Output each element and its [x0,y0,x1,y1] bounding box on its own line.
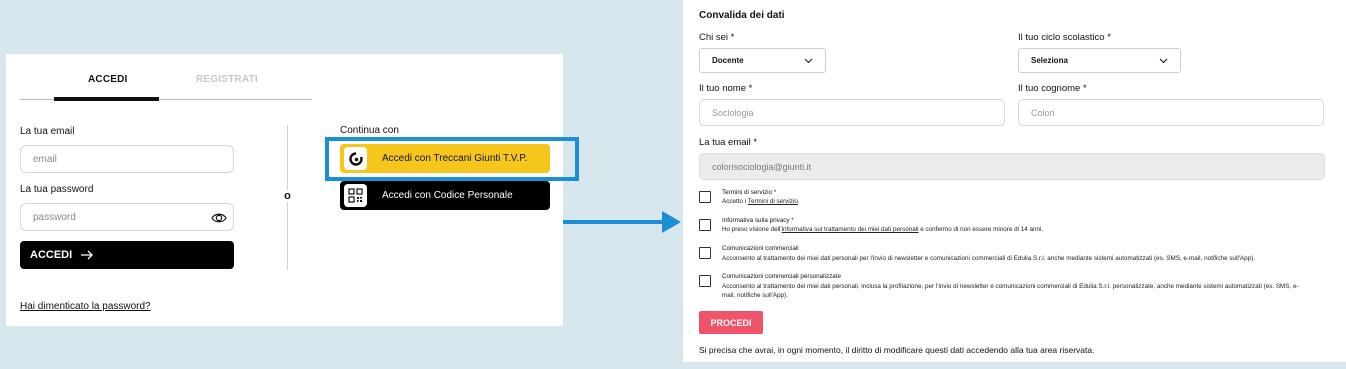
marketing-checkbox[interactable] [699,247,711,259]
tab-accedi[interactable]: ACCEDI [88,74,128,85]
eye-icon[interactable] [211,210,227,226]
cognome-value: Colori [1031,107,1055,118]
chevron-down-icon [804,58,813,63]
callout-arrow-icon [563,220,665,224]
ciclo-value: Seleziona [1031,56,1068,65]
login-panel: ACCEDI REGISTRATI La tua email email La … [6,54,563,326]
privacy-link[interactable]: informativa sul trattamento dei miei dat… [782,226,919,233]
chi-sei-select[interactable]: Docente [699,48,826,73]
data-validation-panel: Convalida dei dati Chi sei * Docente Il … [683,0,1346,362]
or-separator: o [282,190,293,202]
chevron-down-icon [1159,58,1168,63]
nome-value: Sociologia [712,107,754,118]
accedi-button-label: ACCEDI [30,249,73,261]
profiling-text-line1: Acconsento al trattamento dei miei dati … [722,283,1299,290]
procedi-label: PROCEDI [710,317,752,328]
password-label: La tua password [20,184,94,195]
terms-link[interactable]: Termini di servizio [748,198,798,205]
marketing-title: Comunicazioni commerciali [722,245,799,252]
highlight-box [325,137,579,181]
cognome-label: Il tuo cognome * [1018,83,1087,94]
ciclo-select[interactable]: Seleziona [1018,48,1181,73]
form-email-label: La tua email * [699,137,758,148]
profiling-text-line2: mail, notifiche sull'App). [722,292,788,299]
arrow-right-icon [81,250,94,260]
footnote: Si precisa che avrai, in ogni momento, i… [699,345,1095,355]
codice-personale-button[interactable]: Accedi con Codice Personale [340,181,550,210]
nome-label: Il tuo nome * [699,83,753,94]
email-placeholder: email [33,153,57,165]
form-email-value: colorisociologia@giunti.it [712,161,812,172]
callout-arrowhead [662,211,681,233]
privacy-title: Informativa sulla privacy * [722,217,794,224]
form-email-field: colorisociologia@giunti.it [699,153,1325,180]
profiling-checkbox[interactable] [699,275,711,287]
forgot-password-link[interactable]: Hai dimenticato la password? [20,301,151,312]
email-field[interactable]: email [20,145,234,173]
nome-field[interactable]: Sociologia [699,99,1005,126]
privacy-checkbox[interactable] [699,219,711,231]
codice-personale-label: Accedi con Codice Personale [382,190,513,201]
continue-with-label: Continua con [340,125,399,136]
chi-sei-label: Chi sei * [699,32,735,43]
accedi-button[interactable]: ACCEDI [20,241,234,269]
cognome-field[interactable]: Colori [1018,99,1324,126]
terms-title: Termini di servizio * [722,189,777,196]
terms-text: Accetto i Termini di servizio. [722,198,800,205]
password-field[interactable]: password [20,203,234,231]
form-title: Convalida dei dati [699,10,785,21]
profiling-title: Comunicazioni commerciali personalizzate [722,273,841,280]
procedi-button[interactable]: PROCEDI [699,311,763,334]
password-placeholder: password [33,211,76,223]
ciclo-label: Il tuo ciclo scolastico * [1018,32,1111,43]
active-tab-indicator [54,97,159,101]
tab-registrati[interactable]: REGISTRATI [196,74,258,85]
chi-sei-value: Docente [712,56,744,65]
qr-code-icon [344,184,367,207]
terms-checkbox[interactable] [699,191,711,203]
privacy-text: Ho preso visione dell'informativa sul tr… [722,226,1044,233]
marketing-text: Acconsento al trattamento dei miei dati … [722,255,1255,262]
email-label: La tua email [20,126,75,137]
